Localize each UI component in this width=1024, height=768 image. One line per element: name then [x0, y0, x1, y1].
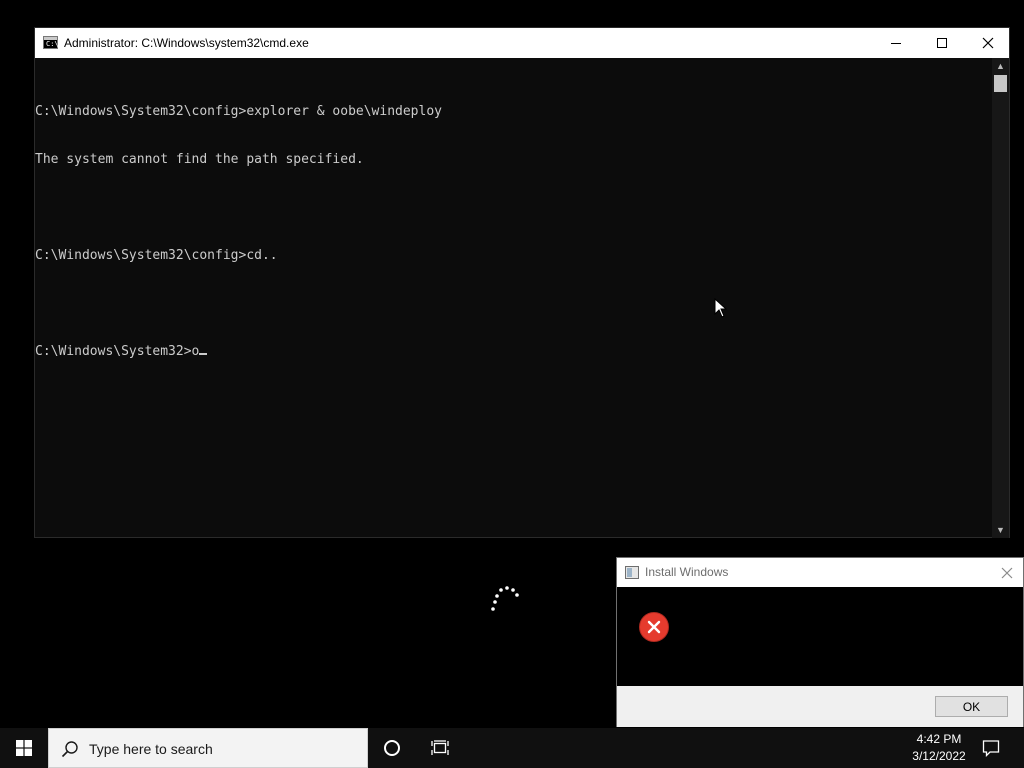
cortana-icon [384, 740, 400, 756]
error-icon [639, 612, 669, 642]
search-icon [61, 741, 78, 758]
dialog-close-button[interactable] [991, 558, 1023, 587]
task-view-button[interactable] [416, 728, 464, 768]
console-prompt: C:\Windows\System32>o [35, 344, 200, 359]
notification-icon [982, 740, 1000, 757]
scroll-down-arrow-icon[interactable]: ▼ [992, 522, 1009, 538]
close-button[interactable] [965, 28, 1011, 58]
close-icon [1001, 567, 1013, 578]
cmd-window[interactable]: C:\ Administrator: C:\Windows\system32\c… [34, 27, 1010, 538]
dialog-title: Install Windows [645, 565, 729, 579]
dialog-footer: OK [617, 686, 1023, 727]
task-view-icon [431, 740, 449, 755]
cmd-icon: C:\ [43, 36, 59, 49]
maximize-button[interactable] [919, 28, 965, 58]
console-input-line[interactable]: C:\Windows\System32>o [35, 344, 994, 360]
mouse-pointer-icon [714, 298, 728, 318]
scroll-up-arrow-icon[interactable]: ▲ [992, 58, 1009, 74]
cmd-window-title: Administrator: C:\Windows\system32\cmd.e… [64, 36, 309, 50]
start-button[interactable] [0, 728, 48, 768]
cmd-titlebar[interactable]: C:\ Administrator: C:\Windows\system32\c… [35, 28, 1009, 58]
install-windows-icon [625, 566, 639, 579]
install-windows-dialog[interactable]: Install Windows OK [616, 557, 1024, 727]
taskbar: Type here to search 4:42 PM 3/12/2022 [0, 728, 1024, 768]
dialog-titlebar[interactable]: Install Windows [617, 558, 1023, 587]
console-line: C:\Windows\System32\config>cd.. [35, 248, 278, 263]
close-icon [982, 37, 994, 49]
console-line: C:\Windows\System32\config>explorer & oo… [35, 104, 442, 119]
scrollbar-thumb[interactable] [994, 75, 1007, 92]
taskbar-search-box[interactable]: Type here to search [48, 728, 368, 768]
minimize-icon [891, 42, 901, 44]
console-line: The system cannot find the path specifie… [35, 152, 364, 167]
dialog-message-area [617, 587, 1023, 686]
minimize-button[interactable] [873, 28, 919, 58]
search-placeholder: Type here to search [89, 741, 213, 757]
cmd-console-output[interactable]: C:\Windows\System32\config>explorer & oo… [35, 58, 994, 538]
cmd-icon-text: C:\ [46, 40, 59, 48]
text-cursor [199, 353, 208, 355]
action-center-button[interactable] [968, 728, 1014, 768]
windows-start-icon [16, 740, 32, 756]
cortana-button[interactable] [368, 728, 416, 768]
vertical-scrollbar[interactable]: ▲ ▼ [992, 58, 1009, 538]
loading-spinner-icon [491, 586, 519, 611]
ok-button[interactable]: OK [935, 696, 1008, 717]
maximize-icon [937, 38, 947, 48]
